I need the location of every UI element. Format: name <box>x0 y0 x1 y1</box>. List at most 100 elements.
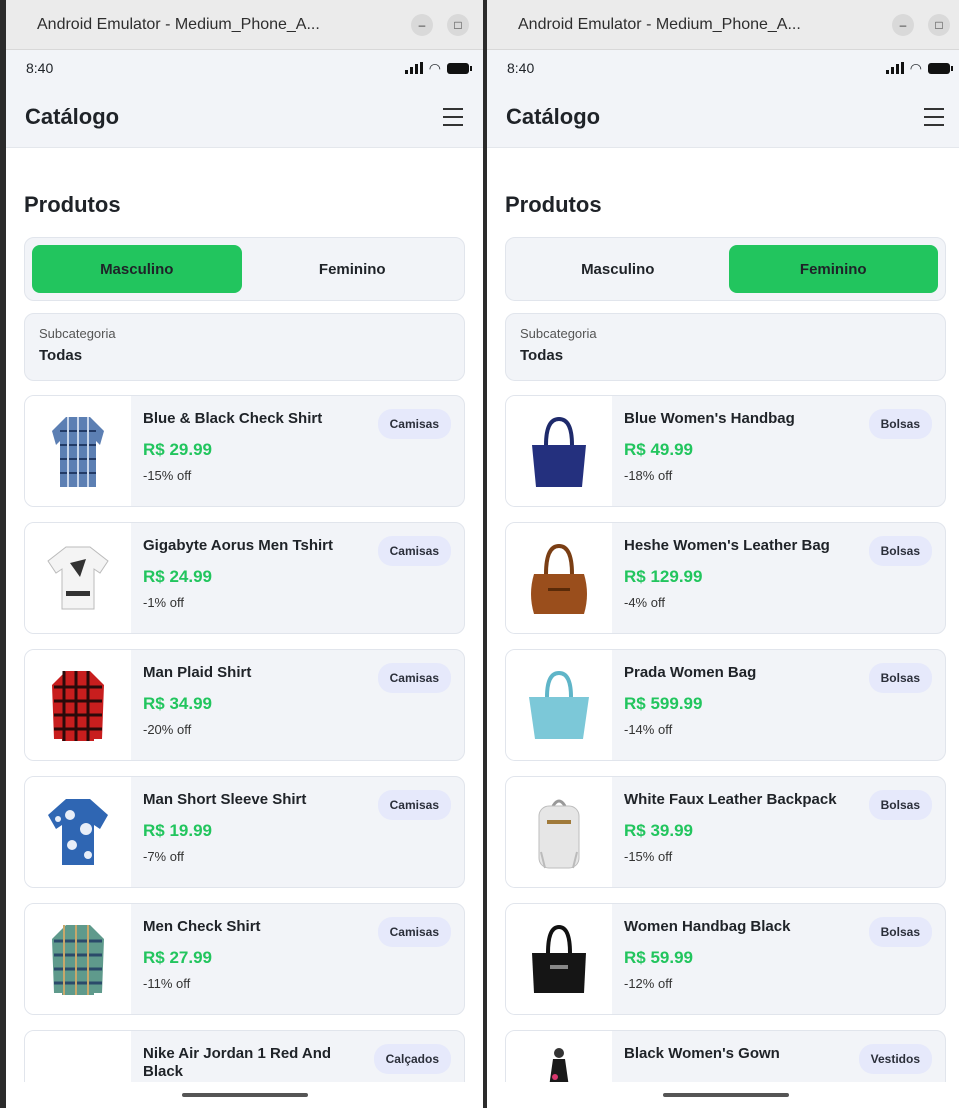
section-title: Produtos <box>505 192 602 217</box>
product-card[interactable]: Black Women's Gown Vestidos <box>505 1030 946 1082</box>
scroll-viewport[interactable]: Produtos Masculino Feminino Subcategoria… <box>487 148 959 1082</box>
subcategory-value: Todas <box>520 347 564 364</box>
product-card[interactable]: Women Handbag Black R$ 59.99 -12% off Bo… <box>505 903 946 1015</box>
shirt-red-plaid-icon <box>25 650 131 760</box>
subcategory-value: Todas <box>39 347 83 364</box>
handbag-black-icon <box>506 904 612 1014</box>
window-titlebar[interactable]: Android Emulator - Medium_Phone_A... – □ <box>6 0 483 50</box>
product-card[interactable]: Prada Women Bag R$ 599.99 -14% off Bolsa… <box>505 649 946 761</box>
handbag-brown-icon <box>506 523 612 633</box>
category-badge: Bolsas <box>868 663 932 693</box>
status-time: 8:40 <box>507 60 535 76</box>
category-badge: Camisas <box>377 663 451 693</box>
product-price: R$ 59.99 <box>624 948 693 967</box>
tshirt-white-icon <box>25 523 131 633</box>
product-price: R$ 29.99 <box>143 440 212 459</box>
menu-icon[interactable] <box>924 107 944 126</box>
product-price: R$ 49.99 <box>624 440 693 459</box>
signal-icon <box>404 62 423 74</box>
category-badge: Bolsas <box>868 536 932 566</box>
product-card[interactable]: Nike Air Jordan 1 Red And Black Calçados <box>24 1030 465 1082</box>
home-handle[interactable] <box>662 1093 789 1097</box>
product-discount: -18% off <box>624 468 673 483</box>
battery-icon <box>447 62 472 74</box>
product-card[interactable]: Man Plaid Shirt R$ 34.99 -20% off Camisa… <box>24 649 465 761</box>
product-discount: -4% off <box>624 595 665 610</box>
subcategory-select[interactable]: Subcategoria Todas <box>505 313 946 381</box>
product-discount: -15% off <box>143 468 192 483</box>
app-bar: Catálogo <box>6 86 483 148</box>
product-card[interactable]: Men Check Shirt R$ 27.99 -11% off Camisa… <box>24 903 465 1015</box>
category-badge: Camisas <box>377 536 451 566</box>
wifi-icon: ◠ <box>909 59 922 76</box>
segment-masculino[interactable]: Masculino <box>513 245 723 293</box>
status-bar: 8:40 ◠ <box>487 50 959 86</box>
product-discount: -11% off <box>143 976 191 991</box>
scroll-viewport[interactable]: Produtos Masculino Feminino Subcategoria… <box>6 148 483 1082</box>
gesture-nav-bar[interactable] <box>487 1082 959 1108</box>
minimize-button[interactable]: – <box>892 13 914 36</box>
product-discount: -15% off <box>624 849 673 864</box>
segment-masculino[interactable]: Masculino <box>32 245 242 293</box>
shirt-green-check-icon <box>25 904 131 1014</box>
subcategory-label: Subcategoria <box>520 326 597 341</box>
segment-feminino[interactable]: Feminino <box>728 245 938 293</box>
product-card[interactable]: Gigabyte Aorus Men Tshirt R$ 24.99 -1% o… <box>24 522 465 634</box>
home-handle[interactable] <box>181 1093 308 1097</box>
product-price: R$ 19.99 <box>143 821 212 840</box>
emulator-window-left: Android Emulator - Medium_Phone_A... – □… <box>6 0 483 1108</box>
segment-feminino[interactable]: Feminino <box>248 245 458 293</box>
status-time: 8:40 <box>26 60 54 76</box>
product-price: R$ 24.99 <box>143 567 212 586</box>
subcategory-label: Subcategoria <box>39 326 116 341</box>
battery-icon <box>928 62 953 74</box>
product-discount: -7% off <box>143 849 184 864</box>
maximize-button[interactable]: □ <box>447 13 469 36</box>
app-bar: Catálogo <box>487 86 959 148</box>
wifi-icon: ◠ <box>428 59 441 76</box>
product-list: Blue & Black Check Shirt R$ 29.99 -15% o… <box>24 395 465 1082</box>
product-price: R$ 39.99 <box>624 821 693 840</box>
maximize-button[interactable]: □ <box>928 13 950 36</box>
gender-segment: Masculino Feminino <box>24 237 465 301</box>
product-discount: -12% off <box>624 976 673 991</box>
product-card[interactable]: White Faux Leather Backpack R$ 39.99 -15… <box>505 776 946 888</box>
minimize-button[interactable]: – <box>411 13 433 36</box>
gesture-nav-bar[interactable] <box>6 1082 483 1108</box>
gender-segment: Masculino Feminino <box>505 237 946 301</box>
signal-icon <box>885 62 904 74</box>
product-card[interactable]: Blue & Black Check Shirt R$ 29.99 -15% o… <box>24 395 465 507</box>
category-badge: Camisas <box>377 917 451 947</box>
emulator-window-right: Android Emulator - Medium_Phone_A... – □… <box>487 0 959 1108</box>
gown-black-icon <box>506 1031 612 1082</box>
window-title: Android Emulator - Medium_Phone_A... <box>37 15 320 33</box>
product-price: R$ 599.99 <box>624 694 703 713</box>
app-title: Catálogo <box>506 103 601 129</box>
product-list: Blue Women's Handbag R$ 49.99 -18% off B… <box>505 395 946 1082</box>
menu-icon[interactable] <box>443 107 463 126</box>
product-price: R$ 27.99 <box>143 948 212 967</box>
product-card[interactable]: Man Short Sleeve Shirt R$ 19.99 -7% off … <box>24 776 465 888</box>
product-discount: -20% off <box>143 722 192 737</box>
product-discount: -14% off <box>624 722 673 737</box>
app-title: Catálogo <box>25 103 120 129</box>
product-price: R$ 34.99 <box>143 694 212 713</box>
category-badge: Bolsas <box>868 917 932 947</box>
category-badge: Bolsas <box>868 790 932 820</box>
handbag-lightblue-icon <box>506 650 612 760</box>
category-badge: Calçados <box>373 1044 451 1074</box>
product-card[interactable]: Heshe Women's Leather Bag R$ 129.99 -4% … <box>505 522 946 634</box>
backpack-white-icon <box>506 777 612 887</box>
section-title: Produtos <box>24 192 121 217</box>
subcategory-select[interactable]: Subcategoria Todas <box>24 313 465 381</box>
category-badge: Camisas <box>377 409 451 439</box>
category-badge: Vestidos <box>858 1044 932 1074</box>
product-price: R$ 129.99 <box>624 567 703 586</box>
status-bar: 8:40 ◠ <box>6 50 483 86</box>
window-title: Android Emulator - Medium_Phone_A... <box>518 15 801 33</box>
product-discount: -1% off <box>143 595 184 610</box>
shirt-blue-check-icon <box>25 396 131 506</box>
window-titlebar[interactable]: Android Emulator - Medium_Phone_A... – □ <box>487 0 959 50</box>
handbag-blue-icon <box>506 396 612 506</box>
product-card[interactable]: Blue Women's Handbag R$ 49.99 -18% off B… <box>505 395 946 507</box>
